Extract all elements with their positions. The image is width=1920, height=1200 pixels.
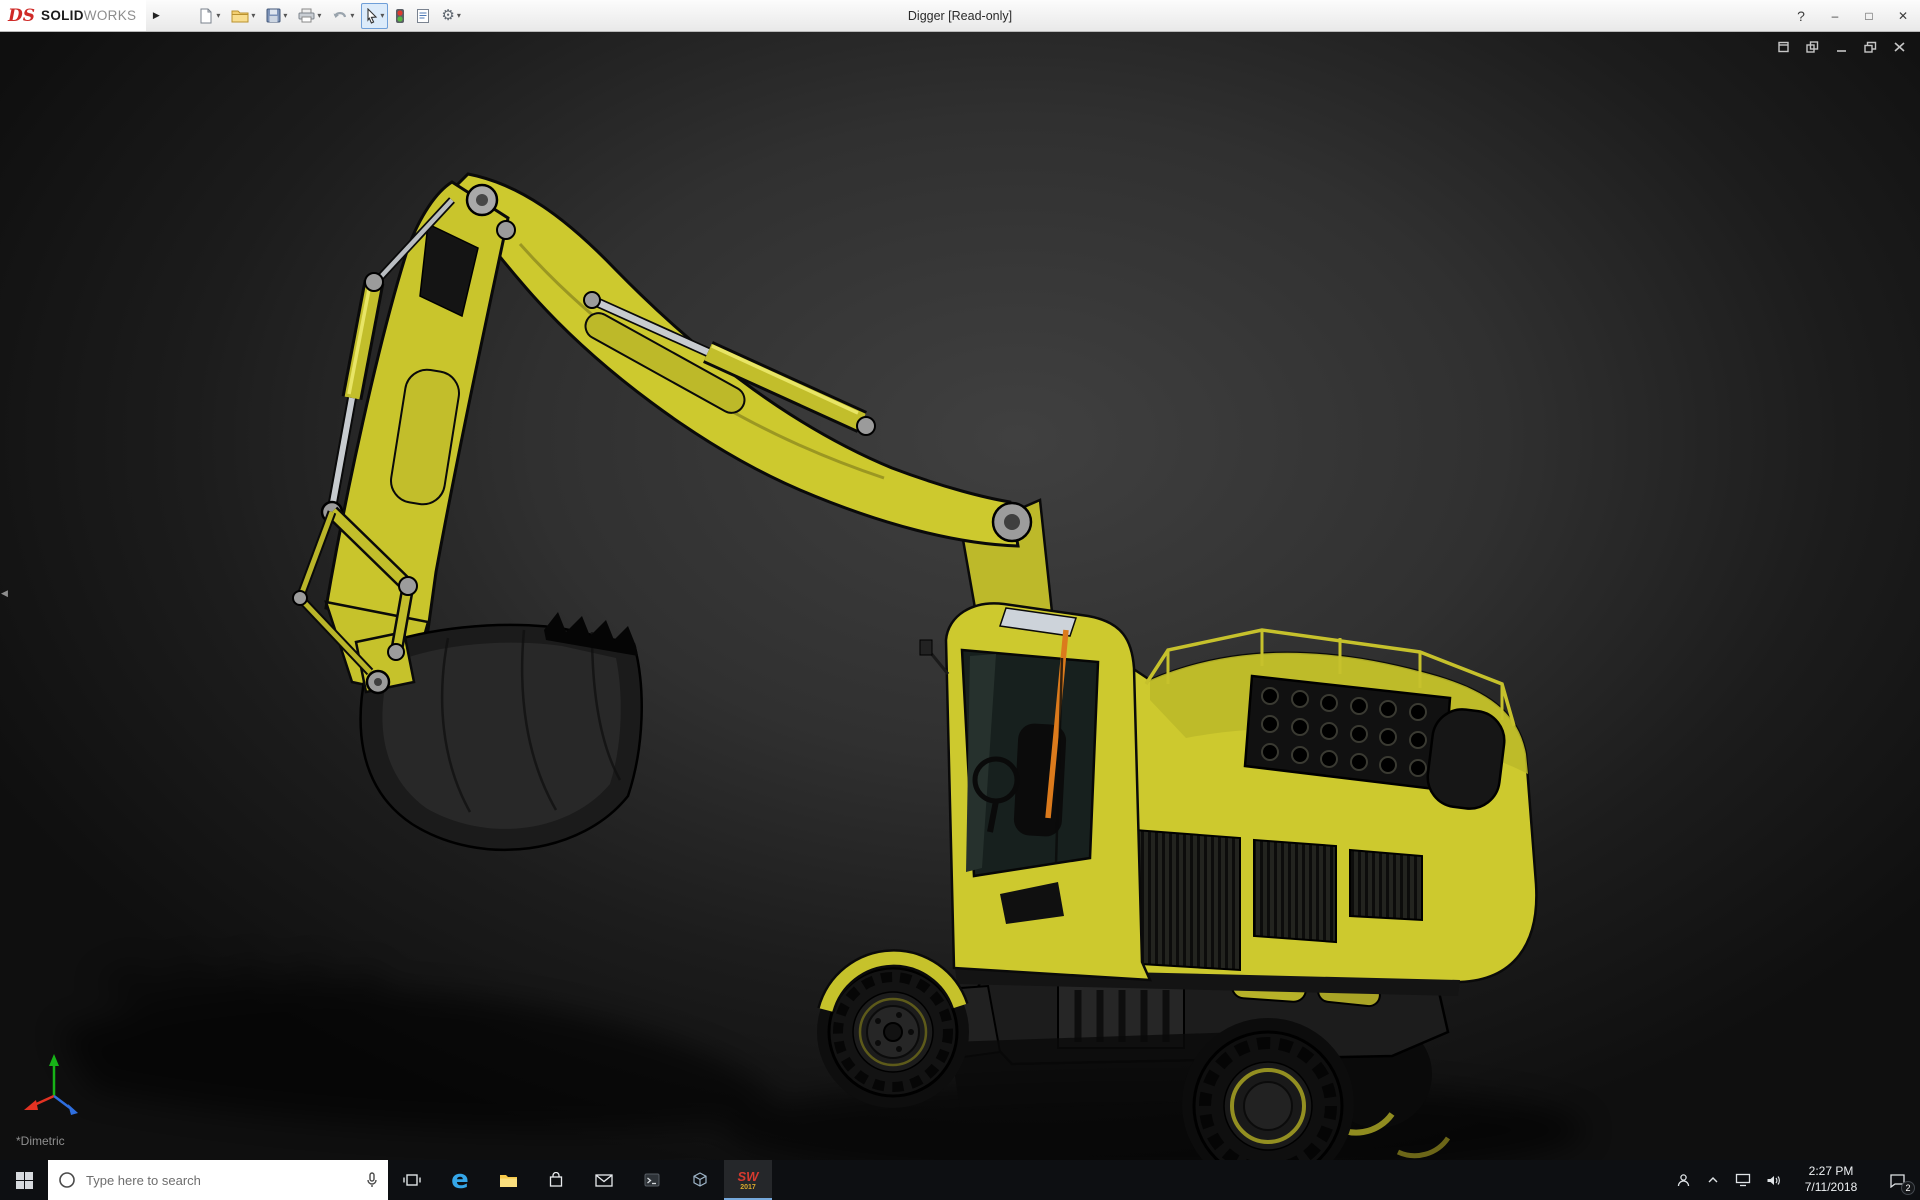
open-document-button[interactable]: ▾ (227, 3, 259, 29)
windows-taskbar: e SW 2017 2:27 PM 7/11/20 (0, 1160, 1920, 1200)
select-tool-button[interactable]: ▾ (361, 3, 388, 29)
cascade-window-icon[interactable] (1806, 41, 1819, 53)
orientation-triad[interactable] (20, 1048, 90, 1122)
new-document-button[interactable]: ▾ (194, 3, 224, 29)
open-folder-icon (231, 9, 249, 23)
volume-icon (1766, 1174, 1781, 1187)
rear-panel-window (1424, 706, 1507, 812)
minimize-button[interactable]: – (1818, 0, 1852, 31)
menu-flyout-arrow[interactable]: ▶ (146, 0, 166, 31)
command-prompt-button[interactable] (628, 1160, 676, 1200)
system-tray: 2:27 PM 7/11/2018 2 (1668, 1160, 1920, 1200)
taskbar-clock[interactable]: 2:27 PM 7/11/2018 (1788, 1160, 1874, 1200)
document-window-controls (1777, 41, 1906, 53)
search-input[interactable] (84, 1172, 358, 1189)
ds-logo: DS (8, 6, 35, 26)
gear-icon: ⚙ (441, 8, 454, 23)
task-view-button[interactable] (388, 1160, 436, 1200)
options-button[interactable]: ⚙ ▾ (437, 3, 464, 29)
restore-icon[interactable] (1864, 41, 1877, 53)
file-properties-button[interactable] (412, 3, 434, 29)
solidworks-icon: SW 2017 (738, 1170, 759, 1191)
3d-viewport-canvas[interactable] (0, 32, 1920, 1160)
tray-overflow-button[interactable] (1698, 1160, 1728, 1200)
help-button[interactable]: ? (1784, 0, 1818, 31)
side-mirror (920, 640, 932, 655)
windows-logo-icon (16, 1172, 33, 1189)
edge-button[interactable]: e (436, 1160, 484, 1200)
solidworks-brand: DS SOLIDWORKS (0, 0, 146, 31)
dropdown-arrow[interactable]: ▾ (457, 11, 461, 20)
task-view-icon (402, 1173, 422, 1187)
undo-button[interactable]: ▾ (328, 3, 358, 29)
mail-icon (595, 1174, 613, 1187)
volume-button[interactable] (1758, 1160, 1788, 1200)
save-icon (266, 8, 281, 23)
titlebar: DS SOLIDWORKS ▶ ▾ ▾ ▾ ▾ ▾ ▾ (0, 0, 1920, 32)
close-icon[interactable] (1893, 41, 1906, 53)
print-button[interactable]: ▾ (294, 3, 325, 29)
notification-badge: 2 (1901, 1181, 1915, 1195)
dropdown-arrow[interactable]: ▾ (251, 11, 255, 20)
cab (920, 603, 1150, 980)
graphics-viewport: ◀ *Dimetric (0, 32, 1920, 1160)
microphone-icon[interactable] (366, 1172, 378, 1188)
file-explorer-icon (499, 1173, 518, 1188)
solidworks-2017-button[interactable]: SW 2017 (724, 1160, 772, 1200)
store-button[interactable] (532, 1160, 580, 1200)
dropdown-arrow[interactable]: ▾ (216, 11, 220, 20)
dropdown-arrow[interactable]: ▾ (350, 11, 354, 20)
clock-date: 7/11/2018 (1805, 1180, 1858, 1196)
brand-text-solid: SOLID (41, 8, 84, 23)
action-center-button[interactable]: 2 (1874, 1160, 1920, 1200)
dropdown-arrow[interactable]: ▾ (283, 11, 287, 20)
caret-up-icon (1707, 1176, 1719, 1184)
brand-text-works: WORKS (84, 8, 137, 23)
rebuild-stoplight-icon (395, 8, 405, 24)
maximize-button[interactable]: □ (1852, 0, 1886, 31)
front-right-wheel (1194, 1032, 1342, 1160)
people-button[interactable] (1668, 1160, 1698, 1200)
network-button[interactable] (1728, 1160, 1758, 1200)
dropdown-arrow[interactable]: ▾ (317, 11, 321, 20)
dropdown-arrow[interactable]: ▾ (380, 11, 384, 20)
boom-arm (322, 174, 1031, 694)
file-explorer-button[interactable] (484, 1160, 532, 1200)
undo-icon (332, 9, 348, 23)
file-properties-icon (416, 8, 430, 24)
network-icon (1735, 1173, 1751, 1187)
new-document-icon (198, 8, 214, 24)
excavator-model (60, 174, 1585, 1160)
cortana-icon (58, 1171, 76, 1189)
people-icon (1676, 1173, 1691, 1187)
save-button[interactable]: ▾ (262, 3, 291, 29)
clock-time: 2:27 PM (1809, 1164, 1854, 1180)
mail-button[interactable] (580, 1160, 628, 1200)
3d-viewer-button[interactable] (676, 1160, 724, 1200)
quick-toolbar: ▾ ▾ ▾ ▾ ▾ ▾ ⚙ ▾ (194, 0, 465, 31)
start-button[interactable] (0, 1160, 48, 1200)
panel-collapse-tab[interactable]: ◀ (0, 584, 9, 603)
taskbar-search[interactable] (48, 1160, 388, 1200)
minimize-icon[interactable] (1835, 41, 1848, 53)
view-orientation-label: *Dimetric (16, 1134, 65, 1148)
command-prompt-icon (644, 1173, 660, 1187)
store-icon (548, 1172, 564, 1188)
window-controls: ? – □ ✕ (1784, 0, 1920, 31)
new-window-icon[interactable] (1777, 41, 1790, 53)
edge-icon: e (451, 1167, 469, 1193)
3d-viewer-icon (692, 1172, 708, 1188)
print-icon (298, 8, 315, 23)
select-cursor-icon (365, 8, 378, 24)
rebuild-button[interactable] (391, 3, 409, 29)
close-button[interactable]: ✕ (1886, 0, 1920, 31)
